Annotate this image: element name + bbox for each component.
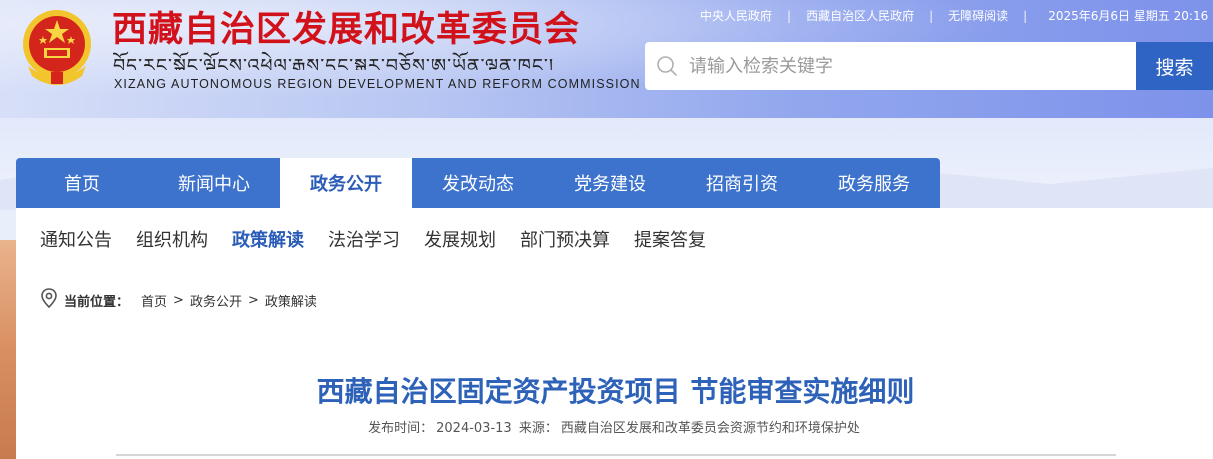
sub-nav-item-law-study[interactable]: 法治学习 [328,226,400,252]
separator: | [929,8,934,23]
nav-item-investment[interactable]: 招商引资 [676,158,808,208]
org-title-tibetan: བོད་རང་སྐྱོང་ལྗོངས་འཕེལ་རྒྱས་དང་སྒྱུར་བཅ… [113,55,555,70]
divider [116,454,1116,456]
sub-nav-item-budget[interactable]: 部门预决算 [520,226,610,252]
article-title: 西藏自治区固定资产投资项目 节能审查实施细则 [316,375,915,408]
breadcrumb-policy-interpretation[interactable]: 政策解读 [265,291,317,310]
sub-nav-item-notices[interactable]: 通知公告 [40,226,112,252]
national-emblem-icon [23,10,91,85]
breadcrumb-home[interactable]: 首页 [141,291,167,310]
breadcrumb-separator: > [247,292,259,308]
sub-nav-item-policy-interpretation[interactable]: 政策解读 [232,226,304,252]
nav-item-home[interactable]: 首页 [16,158,148,208]
breadcrumb: 当前位置： 首页 > 政务公开 > 政策解读 [40,288,317,312]
nav-item-government-affairs[interactable]: 政务公开 [280,158,412,208]
link-accessibility-reading[interactable]: 无障碍阅读 [948,7,1008,24]
separator: | [787,8,792,23]
search-button[interactable]: 搜索 [1136,42,1213,90]
side-decoration [0,240,16,459]
source-text: 西藏自治区发展和改革委员会资源节约和环境保护处 [560,421,860,436]
sub-nav: 通知公告 组织机构 政策解读 法治学习 发展规划 部门预决算 提案答复 [40,226,730,252]
search-icon [645,42,689,90]
source-label: 来源： [518,421,558,436]
article-meta: 发布时间： 2024-03-13 来源： 西藏自治区发展和改革委员会资源节约和环境保… [16,417,1213,436]
search-input[interactable] [689,42,1136,90]
sub-nav-item-development-planning[interactable]: 发展规划 [424,226,496,252]
breadcrumb-separator: > [173,292,184,308]
link-central-government[interactable]: 中央人民政府 [700,7,772,24]
location-pin-icon [40,288,58,312]
publish-label: 发布时间： [368,421,434,436]
nav-item-reform-news[interactable]: 发改动态 [412,158,544,208]
link-regional-government[interactable]: 西藏自治区人民政府 [806,7,914,24]
breadcrumb-label: 当前位置： [64,294,130,310]
publish-date: 2024-03-13 [436,421,512,436]
sub-nav-item-organization[interactable]: 组织机构 [136,226,208,252]
content-panel: 通知公告 组织机构 政策解读 法治学习 发展规划 部门预决算 提案答复 当前位置… [16,208,1213,459]
search-bar: 搜索 [645,42,1213,90]
nav-item-news-center[interactable]: 新闻中心 [148,158,280,208]
breadcrumb-government-affairs[interactable]: 政务公开 [190,291,242,310]
main-nav: 首页 新闻中心 政务公开 发改动态 党务建设 招商引资 政务服务 [16,158,940,208]
nav-item-government-services[interactable]: 政务服务 [808,158,940,208]
top-links: 中央人民政府 | 西藏自治区人民政府 | 无障碍阅读 | 2025年6月6日 星… [700,7,1208,24]
sub-nav-item-proposal-replies[interactable]: 提案答复 [634,226,706,252]
separator: | [1023,8,1028,23]
date-time: 2025年6月6日 星期五 20:16 [1048,9,1209,23]
org-title-english: XIZANG AUTONOMOUS REGION DEVELOPMENT AND… [114,77,641,91]
nav-item-party-building[interactable]: 党务建设 [544,158,676,208]
